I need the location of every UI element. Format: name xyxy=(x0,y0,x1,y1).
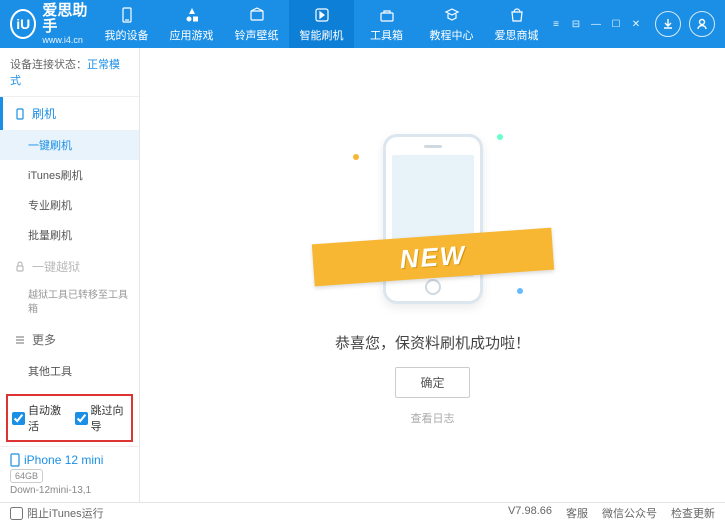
wechat-link[interactable]: 微信公众号 xyxy=(602,505,657,521)
version-label: V7.98.66 xyxy=(508,505,552,521)
nav-flash[interactable]: 智能刷机 xyxy=(289,0,354,48)
ringtone-icon xyxy=(248,6,266,24)
phone-icon xyxy=(14,108,26,120)
nav-ringtone[interactable]: 铃声壁纸 xyxy=(224,0,289,48)
section-label: 一键越狱 xyxy=(32,258,80,275)
sidebar-item-download-firmware[interactable]: 下载固件 xyxy=(0,386,139,390)
nav-label: 爱思商城 xyxy=(495,27,539,43)
support-link[interactable]: 客服 xyxy=(566,505,588,521)
nav-label: 铃声壁纸 xyxy=(235,27,279,43)
menu-icon[interactable]: ≡ xyxy=(549,17,563,31)
logo-area: iU 爱思助手 www.i4.cn xyxy=(0,3,94,46)
sidebar: 设备连接状态：正常模式 刷机 一键刷机 iTunes刷机 专业刷机 批量刷机 一… xyxy=(0,48,140,502)
sidebar-item-itunes-flash[interactable]: iTunes刷机 xyxy=(0,160,139,190)
block-itunes-checkbox[interactable]: 阻止iTunes运行 xyxy=(10,505,104,521)
section-label: 更多 xyxy=(32,331,56,348)
list-icon xyxy=(14,334,26,346)
main-nav: 我的设备 应用游戏 铃声壁纸 智能刷机 工具箱 教程中心 爱思商城 xyxy=(94,0,549,48)
success-message: 恭喜您，保资料刷机成功啦！ xyxy=(335,332,530,353)
auto-activate-checkbox[interactable]: 自动激活 xyxy=(12,402,65,434)
statusbar: 阻止iTunes运行 V7.98.66 客服 微信公众号 检查更新 xyxy=(0,502,725,523)
device-sub: Down-12mini-13,1 xyxy=(10,485,129,496)
sidebar-item-oneclick-flash[interactable]: 一键刷机 xyxy=(0,130,139,160)
titlebar: iU 爱思助手 www.i4.cn 我的设备 应用游戏 铃声壁纸 智能刷机 工具… xyxy=(0,0,725,48)
nav-label: 智能刷机 xyxy=(300,27,344,43)
nav-label: 工具箱 xyxy=(370,27,403,43)
nav-tutorial[interactable]: 教程中心 xyxy=(419,0,484,48)
nav-label: 我的设备 xyxy=(105,27,149,43)
checkbox-label: 阻止iTunes运行 xyxy=(27,505,104,521)
toolbox-icon xyxy=(378,6,396,24)
main-content: NEW 恭喜您，保资料刷机成功啦！ 确定 查看日志 xyxy=(140,48,725,502)
options-highlight-box: 自动激活 跳过向导 xyxy=(6,394,133,442)
device-storage: 64GB xyxy=(10,469,43,483)
apps-icon xyxy=(183,6,201,24)
sidebar-section-jailbreak: 一键越狱 xyxy=(0,250,139,283)
conn-label: 设备连接状态： xyxy=(10,59,87,71)
connection-status: 设备连接状态：正常模式 xyxy=(0,48,139,97)
update-link[interactable]: 检查更新 xyxy=(671,505,715,521)
success-illustration: NEW xyxy=(343,124,523,314)
user-button[interactable] xyxy=(689,11,715,37)
nav-store[interactable]: 爱思商城 xyxy=(484,0,549,48)
nav-my-device[interactable]: 我的设备 xyxy=(94,0,159,48)
skip-wizard-checkbox[interactable]: 跳过向导 xyxy=(75,402,128,434)
pin-icon[interactable]: ⊟ xyxy=(569,17,583,31)
checkbox-label: 自动激活 xyxy=(28,402,65,434)
flash-icon xyxy=(313,6,331,24)
device-info[interactable]: iPhone 12 mini 64GB Down-12mini-13,1 xyxy=(0,446,139,502)
nav-label: 应用游戏 xyxy=(170,27,214,43)
window-controls: ≡ ⊟ ― ☐ ✕ xyxy=(549,11,725,37)
tutorial-icon xyxy=(443,6,461,24)
sidebar-section-more[interactable]: 更多 xyxy=(0,323,139,356)
nav-apps[interactable]: 应用游戏 xyxy=(159,0,224,48)
section-label: 刷机 xyxy=(32,105,56,122)
logo-icon: iU xyxy=(10,9,36,39)
view-log-link[interactable]: 查看日志 xyxy=(411,410,455,426)
ok-button[interactable]: 确定 xyxy=(395,367,469,398)
device-icon xyxy=(118,6,136,24)
sidebar-item-other-tools[interactable]: 其他工具 xyxy=(0,356,139,386)
app-url: www.i4.cn xyxy=(42,36,94,46)
device-name: iPhone 12 mini xyxy=(10,453,129,467)
app-name: 爱思助手 xyxy=(42,3,94,36)
minimize-icon[interactable]: ― xyxy=(589,17,603,31)
close-icon[interactable]: ✕ xyxy=(629,17,643,31)
sidebar-item-pro-flash[interactable]: 专业刷机 xyxy=(0,190,139,220)
store-icon xyxy=(508,6,526,24)
nav-label: 教程中心 xyxy=(430,27,474,43)
sidebar-section-flash[interactable]: 刷机 xyxy=(0,97,139,130)
lock-icon xyxy=(14,261,26,273)
download-button[interactable] xyxy=(655,11,681,37)
phone-icon xyxy=(10,453,20,467)
jailbreak-note: 越狱工具已转移至工具箱 xyxy=(0,283,139,323)
sidebar-item-batch-flash[interactable]: 批量刷机 xyxy=(0,220,139,250)
new-ribbon: NEW xyxy=(311,228,553,287)
maximize-icon[interactable]: ☐ xyxy=(609,17,623,31)
checkbox-label: 跳过向导 xyxy=(91,402,128,434)
nav-toolbox[interactable]: 工具箱 xyxy=(354,0,419,48)
